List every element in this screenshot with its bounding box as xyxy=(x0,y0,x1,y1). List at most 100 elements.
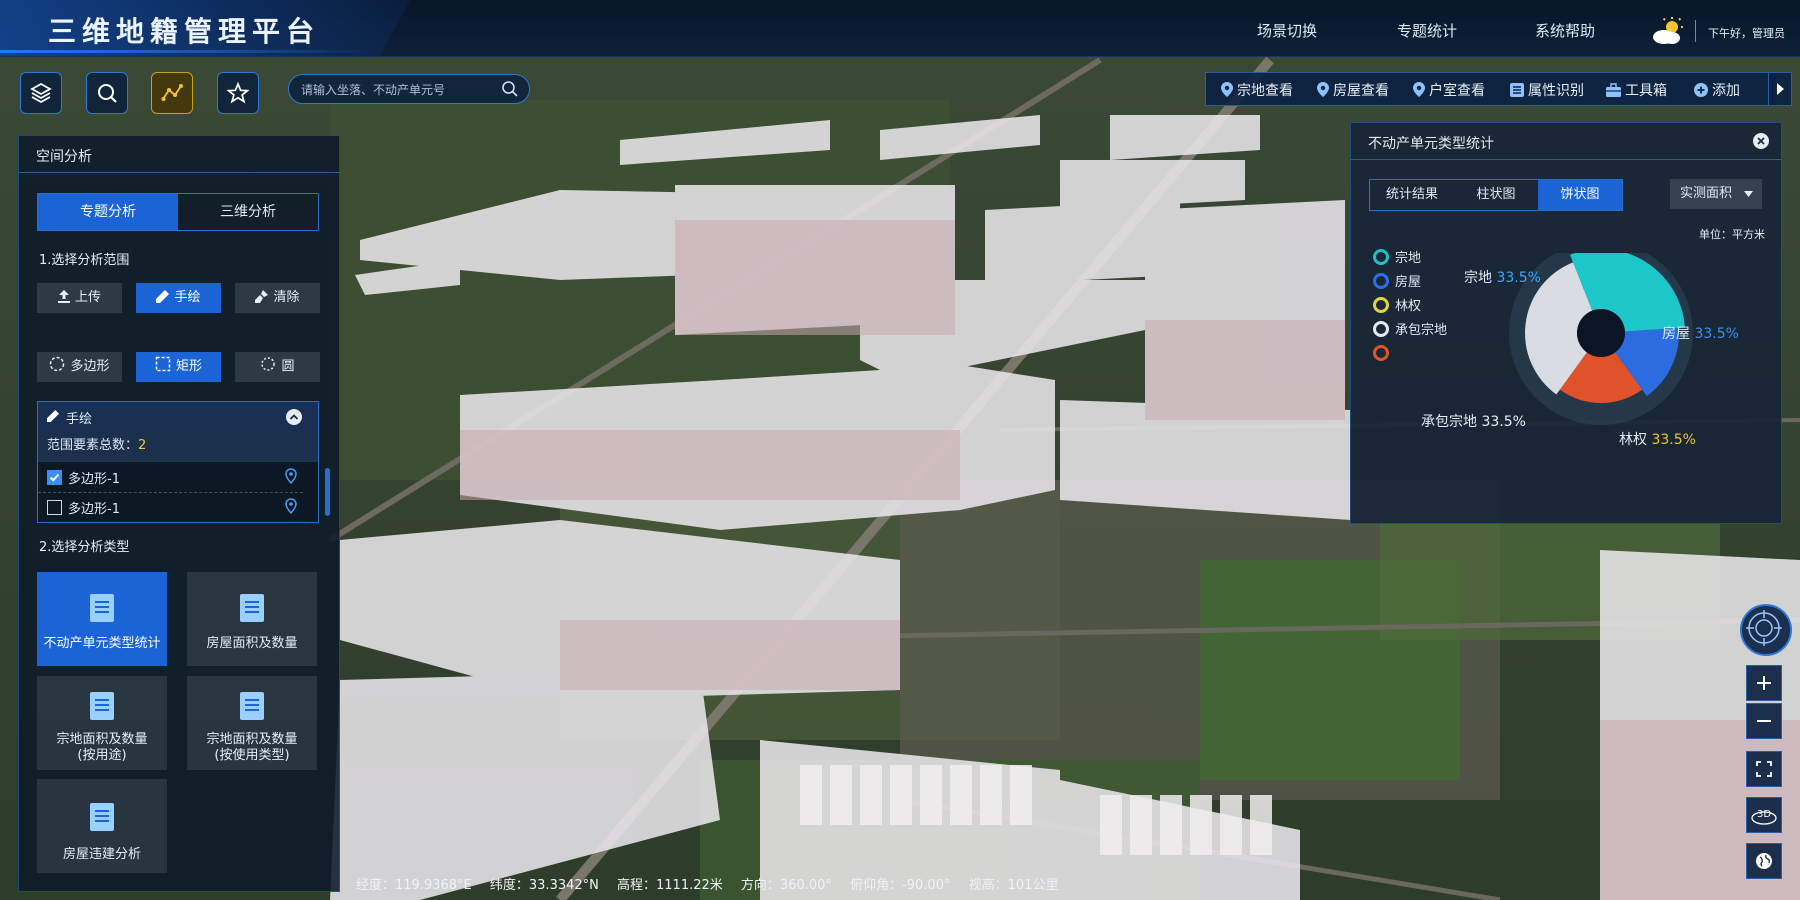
upload-button[interactable]: 上传 xyxy=(37,283,122,313)
nav-scene-switch[interactable]: 场景切换 xyxy=(1257,20,1317,41)
search-submit-button[interactable] xyxy=(501,80,519,102)
panel-header: 空间分析 xyxy=(19,136,339,173)
location-pin-icon xyxy=(1317,82,1329,97)
close-button[interactable] xyxy=(1753,133,1769,149)
slice-label-house: 房屋 33.5% xyxy=(1662,323,1739,343)
slice-label-contract-parcel: 承包宗地 33.5% xyxy=(1421,411,1526,431)
globe-button[interactable] xyxy=(1746,843,1782,879)
analysis-type-house-area[interactable]: 房屋面积及数量 xyxy=(187,572,317,666)
list-item[interactable]: 多边形-1 xyxy=(38,492,303,522)
attribute-identify-button[interactable]: 属性识别 xyxy=(1510,80,1584,100)
3d-toggle-icon: 3D xyxy=(1751,809,1777,825)
unit-type-stats-panel: 不动产单元类型统计 统计结果 柱状图 饼状图 实测面积 单位：平方米 宗地 房屋… xyxy=(1350,122,1782,524)
slice-category: 房屋 xyxy=(1662,326,1690,342)
status-latitude: 纬度：33.3342°N xyxy=(489,878,599,893)
analysis-type-label: 房屋面积及数量 xyxy=(206,636,298,651)
toolbar-expand-button[interactable] xyxy=(1768,72,1792,106)
clear-label: 清除 xyxy=(273,290,300,305)
feature-count-row: 范围要素总数：2 xyxy=(38,432,318,462)
search-magnifier-icon xyxy=(98,84,117,103)
toolbox-icon xyxy=(1606,83,1621,97)
star-icon xyxy=(227,82,249,104)
search-input[interactable] xyxy=(299,79,498,101)
location-pin-icon xyxy=(1413,82,1425,97)
add-button[interactable]: 添加 xyxy=(1694,80,1740,100)
circle-shape-button[interactable]: 圆 xyxy=(235,352,320,382)
analysis-type-illegal-building[interactable]: 房屋违建分析 xyxy=(37,779,167,873)
feature-count-value: 2 xyxy=(138,438,147,453)
legend-swatch xyxy=(1373,249,1389,265)
user-greeting[interactable]: 下午好，管理员 xyxy=(1708,25,1785,41)
layers-button[interactable] xyxy=(20,72,62,114)
slice-category: 林权 xyxy=(1619,432,1647,448)
analysis-type-sublabel: (按用途) xyxy=(77,748,127,763)
app-title: 三维地籍管理平台 xyxy=(48,15,321,48)
list-item[interactable]: 多边形-1 xyxy=(38,462,303,493)
slice-label-parcel: 宗地 33.5% xyxy=(1464,267,1541,287)
fullscreen-button[interactable] xyxy=(1746,751,1782,787)
status-view-height: 视高：101公里 xyxy=(968,878,1059,893)
query-button[interactable] xyxy=(86,72,128,114)
analysis-type-unit-stats[interactable]: 不动产单元类型统计 xyxy=(37,572,167,666)
step2-label: 2.选择分析类型 xyxy=(39,540,130,555)
circle-dashed-icon xyxy=(261,357,276,371)
polygon-shape-button[interactable]: 多边形 xyxy=(37,352,122,382)
list-icon xyxy=(1510,83,1524,97)
search-icon xyxy=(502,81,518,97)
nav-thematic-stats[interactable]: 专题统计 xyxy=(1397,20,1457,41)
status-pitch: 俯仰角：-90.00° xyxy=(850,878,951,893)
rectangle-shape-label: 矩形 xyxy=(175,359,202,374)
legend-swatch xyxy=(1373,273,1389,289)
house-view-button[interactable]: 房屋查看 xyxy=(1317,80,1389,100)
item-checkbox[interactable] xyxy=(47,500,62,515)
list-scrollbar[interactable] xyxy=(325,468,330,516)
feature-count-label: 范围要素总数： xyxy=(47,438,139,453)
weather-sun-cloud-icon xyxy=(1653,17,1683,44)
zoom-in-button[interactable] xyxy=(1746,665,1782,701)
locate-pin-icon[interactable] xyxy=(285,468,297,484)
top-header: 三维地籍管理平台 场景切换 专题统计 系统帮助 下午好，管理员 xyxy=(0,0,1800,57)
zoom-out-button[interactable] xyxy=(1746,703,1782,739)
toolbox-label: 工具箱 xyxy=(1625,83,1667,99)
parcel-view-button[interactable]: 宗地查看 xyxy=(1221,80,1293,100)
document-icon xyxy=(240,594,264,622)
compass-button[interactable] xyxy=(1740,604,1792,656)
analysis-type-parcel-by-use-type[interactable]: 宗地面积及数量 (按使用类型) xyxy=(187,676,317,770)
upload-label: 上传 xyxy=(74,290,101,305)
tab-pie-chart[interactable]: 饼状图 xyxy=(1538,180,1622,210)
collapse-chevron-up-icon[interactable] xyxy=(286,409,302,425)
toolbox-button[interactable]: 工具箱 xyxy=(1606,80,1667,100)
slice-category: 承包宗地 xyxy=(1421,414,1477,430)
pencil-icon xyxy=(156,290,170,303)
analysis-type-label: 房屋违建分析 xyxy=(62,847,141,862)
item-label: 多边形-1 xyxy=(68,502,120,517)
analysis-type-parcel-by-use[interactable]: 宗地面积及数量 (按用途) xyxy=(37,676,167,770)
legend-label: 宗地 xyxy=(1395,251,1422,266)
slice-label-forest: 林权 33.5% xyxy=(1619,429,1696,449)
unit-view-button[interactable]: 户室查看 xyxy=(1413,80,1485,100)
analysis-type-label: 宗地面积及数量 xyxy=(56,732,148,747)
tab-bar-chart[interactable]: 柱状图 xyxy=(1454,180,1538,210)
rectangle-shape-button[interactable]: 矩形 xyxy=(136,352,221,382)
add-label: 添加 xyxy=(1712,83,1740,99)
measure-select[interactable]: 实测面积 xyxy=(1670,179,1762,209)
tab-stats-result[interactable]: 统计结果 xyxy=(1370,180,1454,210)
clear-button[interactable]: 清除 xyxy=(235,283,320,313)
document-icon xyxy=(240,692,264,720)
spatial-analysis-button[interactable] xyxy=(151,72,193,114)
tab-3d-analysis[interactable]: 三维分析 xyxy=(178,194,318,230)
locate-pin-icon[interactable] xyxy=(285,498,297,514)
freehand-button[interactable]: 手绘 xyxy=(136,283,221,313)
status-heading: 方向：360.00° xyxy=(740,878,832,893)
item-checkbox[interactable] xyxy=(47,470,62,485)
stats-panel-title: 不动产单元类型统计 xyxy=(1368,136,1494,152)
location-pin-icon xyxy=(1221,82,1233,97)
item-label: 多边形-1 xyxy=(68,472,120,487)
freehand-label: 手绘 xyxy=(174,290,201,305)
pie-center-hole xyxy=(1577,309,1625,357)
nav-system-help[interactable]: 系统帮助 xyxy=(1535,20,1595,41)
3d-toggle-button[interactable]: 3D xyxy=(1746,797,1782,833)
close-icon xyxy=(1757,137,1765,145)
tab-thematic-analysis[interactable]: 专题分析 xyxy=(38,194,178,230)
favorites-button[interactable] xyxy=(217,72,259,114)
